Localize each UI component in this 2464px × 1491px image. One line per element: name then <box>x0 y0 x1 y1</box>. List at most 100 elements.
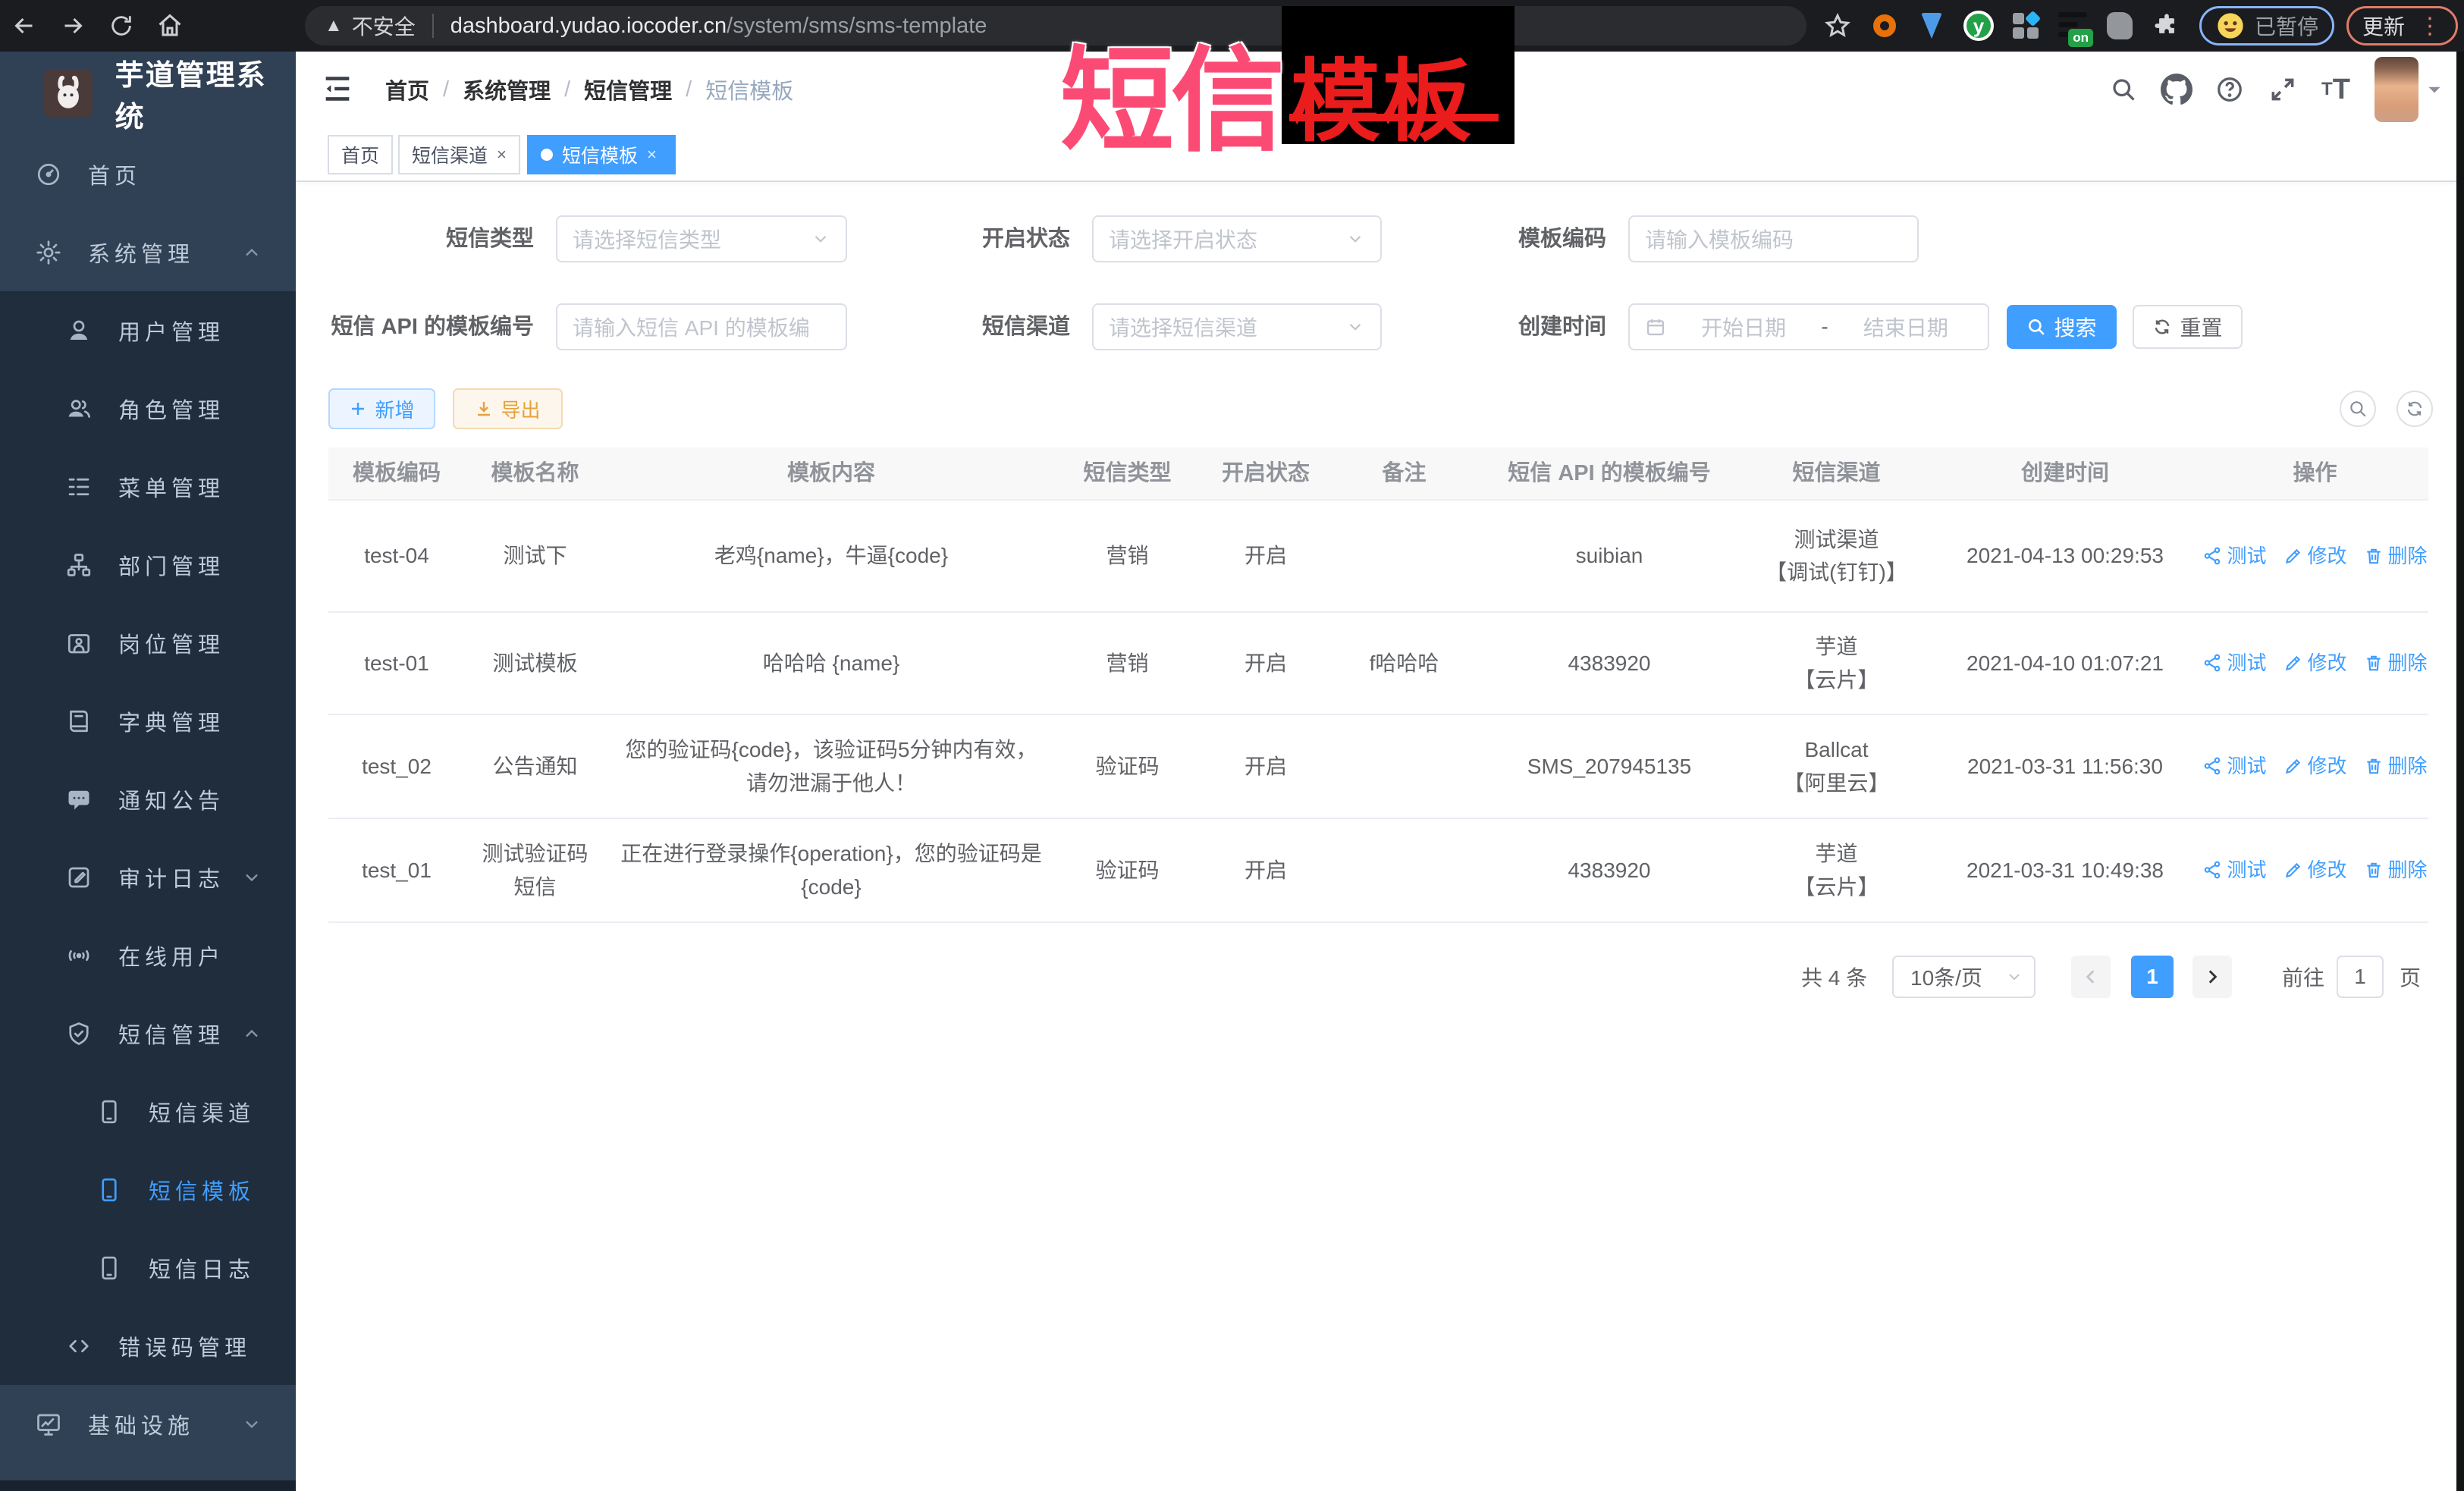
user-avatar[interactable] <box>2375 57 2418 122</box>
sidebar-item-sms-template[interactable]: 短信模板 <box>0 1150 296 1229</box>
tab-sms-template[interactable]: 短信模板 × <box>527 135 676 174</box>
sidebar-item-home[interactable]: 首页 <box>0 135 296 213</box>
sidebar-item-notice[interactable]: 通知公告 <box>0 760 296 838</box>
sidebar-item-label: 审计日志 <box>118 862 224 893</box>
mobile-icon <box>96 1176 123 1204</box>
not-secure-label: 不安全 <box>352 11 416 41</box>
test-action-link[interactable]: 测试 <box>2202 541 2266 571</box>
cell-created: 2021-03-31 11:56:30 <box>1929 715 2202 818</box>
cell-api_id: 4383920 <box>1474 613 1744 714</box>
sidebar-item-user[interactable]: 用户管理 <box>0 291 296 369</box>
browser-update-button[interactable]: 更新 ⋮ <box>2346 6 2458 46</box>
font-size-icon[interactable]: TT <box>2309 52 2362 127</box>
browser-back-icon[interactable] <box>0 5 49 47</box>
header-search-icon[interactable] <box>2097 52 2150 127</box>
breadcrumb-item[interactable]: 系统管理 <box>463 74 551 105</box>
sidebar-toggle-hamburger-icon[interactable] <box>320 71 355 106</box>
tab-home[interactable]: 首页 <box>328 135 393 174</box>
sidebar-item-dept[interactable]: 部门管理 <box>0 526 296 604</box>
create-time-range-picker[interactable]: 开始日期 - 结束日期 <box>1628 303 1989 350</box>
github-icon[interactable] <box>2150 52 2203 127</box>
cell-actions: 测试修改删除 <box>2202 715 2428 818</box>
tags-view-bar: 首页短信渠道× 短信模板 × <box>296 127 2464 182</box>
status-select[interactable]: 请选择开启状态 <box>1092 215 1382 262</box>
sms-type-select[interactable]: 请选择短信类型 <box>556 215 847 262</box>
sidebar-item-role[interactable]: 角色管理 <box>0 369 296 447</box>
goto-page-input[interactable] <box>2337 956 2384 998</box>
active-tab-dot <box>541 149 553 161</box>
chevron-up-icon <box>241 1023 262 1044</box>
sidebar-item-label: 错误码管理 <box>118 1330 251 1362</box>
profile-emoji-icon <box>2215 11 2246 41</box>
sidebar-item-post[interactable]: 岗位管理 <box>0 604 296 682</box>
page-size-select[interactable]: 10条/页 <box>1892 956 2036 998</box>
delete-action-link[interactable]: 删除 <box>2364 648 2428 678</box>
sidebar-item-online-user[interactable]: 在线用户 <box>0 916 296 994</box>
extension-tampermonkey-icon[interactable]: on <box>2051 5 2095 47</box>
edit-action-link[interactable]: 修改 <box>2284 751 2347 781</box>
next-page-button[interactable] <box>2192 956 2232 998</box>
avatar-caret-down-icon[interactable] <box>2425 80 2444 99</box>
test-action-link[interactable]: 测试 <box>2202 855 2266 885</box>
sidebar-item-label: 系统管理 <box>88 237 194 268</box>
delete-action-link[interactable]: 删除 <box>2364 855 2428 885</box>
extension-blue-gem-icon[interactable] <box>1910 5 1954 47</box>
test-action-link[interactable]: 测试 <box>2202 648 2266 678</box>
help-icon[interactable] <box>2203 52 2256 127</box>
delete-action-link[interactable]: 删除 <box>2364 751 2428 781</box>
bookmark-star-icon[interactable] <box>1816 5 1860 47</box>
edit-action-link[interactable]: 修改 <box>2284 855 2347 885</box>
edit-action-link[interactable]: 修改 <box>2284 648 2347 678</box>
cell-created: 2021-04-13 00:29:53 <box>1929 501 2202 611</box>
search-button[interactable]: 搜索 <box>2007 305 2117 349</box>
sidebar-item-dict[interactable]: 字典管理 <box>0 682 296 760</box>
breadcrumb-item[interactable]: 短信管理 <box>584 74 672 105</box>
sidebar-item-error-code[interactable]: 错误码管理 <box>0 1307 296 1385</box>
cell-type: 验证码 <box>1057 819 1197 921</box>
browser-reload-icon[interactable] <box>97 5 146 47</box>
main-panel: 首页/系统管理/短信管理/短信模板 TT 首页短信渠道×短信模板× 短信类型 请… <box>296 52 2464 1491</box>
app-logo-row[interactable]: 芋道管理系统 <box>0 52 296 135</box>
export-button[interactable]: 导出 <box>453 388 563 429</box>
cell-name: 测试验证码短信 <box>465 819 605 921</box>
chevron-down-icon <box>2005 968 2023 986</box>
sidebar-item-sms[interactable]: 短信管理 <box>0 994 296 1072</box>
add-button[interactable]: 新增 <box>328 388 435 429</box>
address-bar[interactable]: ▲ 不安全 dashboard.yudao.iocoder.cn/system/… <box>305 6 1806 46</box>
extension-orange-icon[interactable] <box>1863 5 1907 47</box>
fullscreen-icon[interactable] <box>2256 52 2309 127</box>
breadcrumb-item[interactable]: 首页 <box>385 74 429 105</box>
refresh-table-button[interactable] <box>2397 391 2433 427</box>
close-tab-icon[interactable]: × <box>497 145 507 165</box>
extension-green-y-icon[interactable]: y <box>1957 5 2001 47</box>
browser-home-icon[interactable] <box>146 5 194 47</box>
reset-button[interactable]: 重置 <box>2133 305 2243 349</box>
template-code-input[interactable]: 请输入模板编码 <box>1628 215 1919 262</box>
close-tab-icon[interactable]: × <box>647 145 657 165</box>
sidebar-item-audit-log[interactable]: 审计日志 <box>0 838 296 916</box>
test-action-link[interactable]: 测试 <box>2202 751 2266 781</box>
channel-select[interactable]: 请选择短信渠道 <box>1092 303 1382 350</box>
browser-profile-button[interactable]: 已暂停 <box>2199 6 2334 46</box>
sidebar-item-sms-channel[interactable]: 短信渠道 <box>0 1072 296 1150</box>
tab-sms-channel[interactable]: 短信渠道× <box>398 135 520 174</box>
sidebar-item-menu[interactable]: 菜单管理 <box>0 447 296 526</box>
cell-content: 老鸡{name}，牛逼{code} <box>605 501 1057 611</box>
cell-content: 您的验证码{code}，该验证码5分钟内有效，请勿泄漏于他人！ <box>605 715 1057 818</box>
prev-page-button[interactable] <box>2071 956 2111 998</box>
extension-grid-icon[interactable] <box>2004 5 2048 47</box>
extension-gray-icon[interactable] <box>2098 5 2142 47</box>
sidebar-item-sms-log[interactable]: 短信日志 <box>0 1229 296 1307</box>
edit-icon <box>2284 756 2303 776</box>
sidebar-item-infra[interactable]: 基础设施 <box>0 1385 296 1463</box>
tab-label: 短信模板 <box>562 141 638 168</box>
toggle-search-button[interactable] <box>2340 391 2376 427</box>
sidebar-item-system[interactable]: 系统管理 <box>0 213 296 291</box>
edit-action-link[interactable]: 修改 <box>2284 541 2347 571</box>
extensions-puzzle-icon[interactable] <box>2145 5 2189 47</box>
signal-icon <box>65 942 93 969</box>
page-number-button[interactable]: 1 <box>2131 956 2174 998</box>
delete-action-link[interactable]: 删除 <box>2364 541 2428 571</box>
api-template-id-input[interactable]: 请输入短信 API 的模板编 <box>556 303 847 350</box>
browser-forward-icon[interactable] <box>49 5 97 47</box>
